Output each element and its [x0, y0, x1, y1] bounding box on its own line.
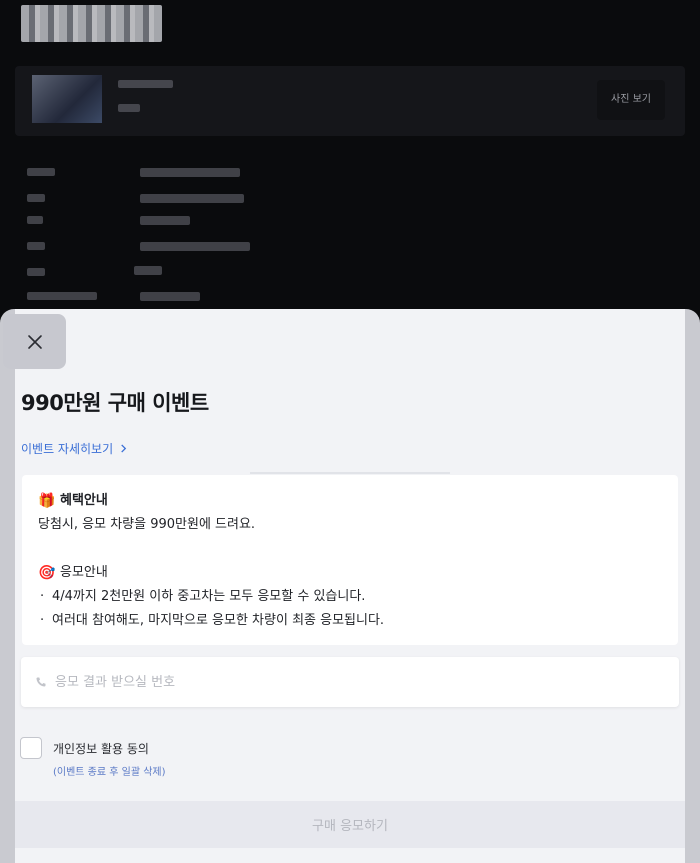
blurred-vehicle-card — [15, 66, 685, 136]
blurred-text — [140, 194, 244, 203]
page-title: 990만원 구매 이벤트 — [21, 391, 209, 415]
event-details-link[interactable]: 이벤트 자세히보기 — [21, 440, 128, 457]
consent-label: 개인정보 활용 동의 — [53, 742, 149, 756]
view-photos-button: 사진 보기 — [597, 80, 665, 120]
entry-bullet-text: 4/4까지 2천만원 이하 중고차는 모두 응모할 수 있습니다. — [52, 589, 366, 604]
blurred-text — [27, 268, 45, 276]
blurred-text — [27, 292, 97, 300]
gift-icon: 🎁 — [38, 493, 56, 509]
blurred-text — [27, 194, 45, 202]
blurred-text — [118, 80, 173, 88]
close-button[interactable] — [3, 314, 66, 369]
benefit-heading: 🎁 혜택안내 — [38, 489, 662, 513]
list-item: · 4/4까지 2천만원 이하 중고차는 모두 응모할 수 있습니다. — [38, 585, 662, 609]
blurred-logo — [21, 5, 162, 42]
event-info-card: 🎁 혜택안내 당첨시, 응모 차량을 990만원에 드려요. 🎯 응모안내 · … — [22, 475, 678, 645]
entry-heading: 🎯 응모안내 — [38, 561, 662, 585]
chevron-right-icon — [121, 444, 127, 453]
phone-number-field[interactable] — [21, 657, 679, 707]
divider — [250, 472, 450, 474]
target-icon: 🎯 — [38, 565, 56, 581]
blurred-text — [134, 266, 162, 275]
blurred-text — [118, 104, 140, 112]
privacy-consent-checkbox[interactable] — [20, 737, 42, 759]
event-details-label: 이벤트 자세히보기 — [21, 442, 114, 456]
entry-bullet-text: 여러대 참여해도, 마지막으로 응모한 차량이 최종 응모됩니다. — [52, 613, 385, 628]
event-bottom-sheet: 990만원 구매 이벤트 이벤트 자세히보기 🎁 혜택안내 당첨시, 응모 차량… — [0, 309, 700, 863]
consent-sublabel: (이벤트 종료 후 일괄 삭제) — [53, 767, 166, 778]
blurred-text — [27, 242, 45, 250]
submit-entry-button[interactable]: 구매 응모하기 — [15, 801, 685, 848]
phone-icon — [36, 677, 46, 687]
blurred-text — [140, 168, 240, 177]
phone-number-input[interactable] — [55, 674, 655, 690]
benefit-heading-text: 혜택안내 — [60, 493, 108, 508]
consent-text: 개인정보 활용 동의 (이벤트 종료 후 일괄 삭제) — [53, 737, 166, 778]
blurred-text — [140, 242, 250, 251]
blurred-vehicle-thumbnail — [32, 75, 102, 123]
blurred-text — [27, 168, 55, 176]
list-item: · 여러대 참여해도, 마지막으로 응모한 차량이 최종 응모됩니다. — [38, 609, 662, 633]
blurred-text — [27, 216, 43, 224]
blurred-text — [140, 216, 190, 225]
close-icon — [27, 334, 42, 349]
entry-heading-text: 응모안내 — [60, 565, 108, 580]
blurred-text — [140, 292, 200, 301]
benefit-body: 당첨시, 응모 차량을 990만원에 드려요. — [38, 517, 256, 532]
privacy-consent: 개인정보 활용 동의 (이벤트 종료 후 일괄 삭제) — [20, 737, 166, 778]
